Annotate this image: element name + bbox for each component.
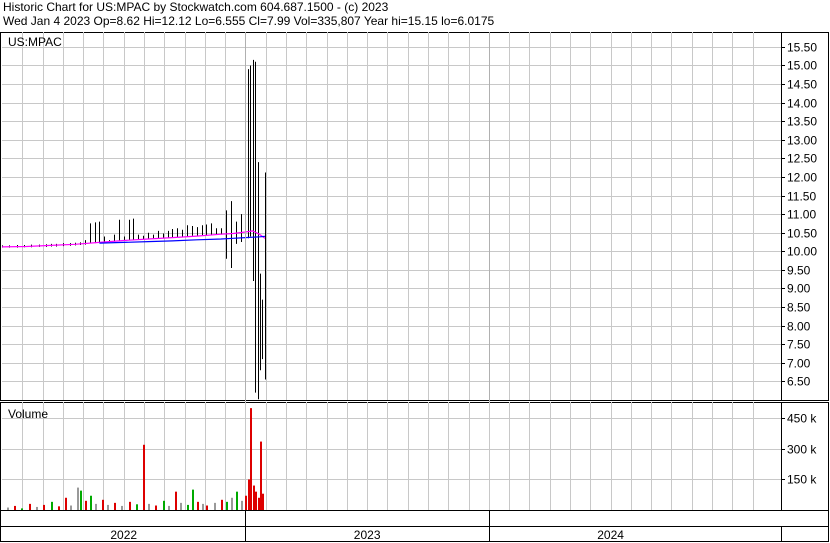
volume-bar <box>143 444 145 510</box>
price-tick-label: 6.50 <box>787 375 811 389</box>
volume-bar <box>214 502 216 510</box>
price-tick-label: 13.00 <box>787 134 817 148</box>
volume-bar <box>80 490 82 510</box>
volume-bar <box>148 503 150 510</box>
volume-bar <box>107 504 109 510</box>
volume-bar <box>29 503 31 510</box>
volume-bar <box>90 495 92 510</box>
volume-bar <box>255 491 257 510</box>
volume-bar <box>129 501 131 510</box>
volume-bar <box>7 507 9 510</box>
volume-bar <box>221 499 223 510</box>
volume-bar <box>197 501 199 510</box>
volume-bar <box>258 497 260 510</box>
volume-bar <box>260 441 262 510</box>
volume-bar <box>241 500 243 510</box>
volume-tick-label: 300 k <box>787 443 817 457</box>
price-tick-label: 7.50 <box>787 338 811 352</box>
volume-bar <box>202 503 204 510</box>
volume-bar <box>236 491 238 510</box>
price-tick-label: 9.00 <box>787 282 811 296</box>
price-tick-label: 12.50 <box>787 152 817 166</box>
volume-bar <box>102 499 104 510</box>
volume-bar <box>248 479 250 510</box>
volume-chart-title: Volume <box>8 407 48 421</box>
price-tick-label: 8.50 <box>787 301 811 315</box>
volume-bar <box>21 508 23 510</box>
volume-bar <box>226 501 228 510</box>
volume-bar <box>253 485 255 510</box>
price-tick-label: 14.00 <box>787 97 817 111</box>
volume-panel: 450 k 300 k 150 k <box>0 402 829 511</box>
price-tick-label: 12.00 <box>787 171 817 185</box>
volume-tick-label: 150 k <box>787 473 817 487</box>
year-label: 2023 <box>354 528 381 542</box>
volume-bar <box>51 501 53 510</box>
time-axis: 2022 2023 2024 <box>0 510 829 542</box>
price-tick-label: 8.00 <box>787 320 811 334</box>
price-tick-label: 15.00 <box>787 59 817 73</box>
price-tick-label: 10.50 <box>787 227 817 241</box>
price-tick-label: 11.50 <box>787 190 816 204</box>
price-tick-label: 11.00 <box>787 208 816 222</box>
volume-bar <box>85 500 87 510</box>
price-tick-label: 14.50 <box>787 78 817 92</box>
volume-bar <box>187 504 189 510</box>
volume-bar <box>43 504 45 510</box>
volume-bar <box>155 505 157 510</box>
volume-bar <box>175 491 177 510</box>
volume-bar <box>65 497 67 510</box>
volume-bar <box>14 505 16 510</box>
volume-bar <box>180 502 182 510</box>
volume-tick-label: 450 k <box>787 412 817 426</box>
year-label: 2022 <box>110 528 137 542</box>
price-tick-label: 13.50 <box>787 115 817 129</box>
volume-bar <box>136 504 138 510</box>
volume-bar <box>114 502 116 510</box>
volume-bar <box>206 505 208 510</box>
volume-bar <box>231 497 233 510</box>
volume-bar <box>250 408 252 510</box>
price-tick-label: 7.00 <box>787 357 811 371</box>
price-tick-label: 10.00 <box>787 245 817 259</box>
volume-bar <box>36 506 38 510</box>
volume-bar <box>58 506 60 510</box>
volume-bar <box>168 505 170 510</box>
volume-bar <box>70 505 72 510</box>
price-tick-label: 15.50 <box>787 41 817 55</box>
volume-bar <box>163 500 165 510</box>
volume-bar <box>192 489 194 510</box>
volume-bar <box>245 495 247 510</box>
volume-bar <box>121 505 123 510</box>
volume-bar <box>95 503 97 510</box>
price-chart-title: US:MPAC <box>8 35 62 49</box>
chart: 15.50 15.00 14.50 14.00 13.50 13.00 12.50 12.00… <box>0 32 829 542</box>
volume-bar <box>262 493 264 510</box>
year-label: 2024 <box>597 528 624 542</box>
price-tick-label: 9.50 <box>787 264 811 278</box>
volume-bar <box>77 487 79 510</box>
